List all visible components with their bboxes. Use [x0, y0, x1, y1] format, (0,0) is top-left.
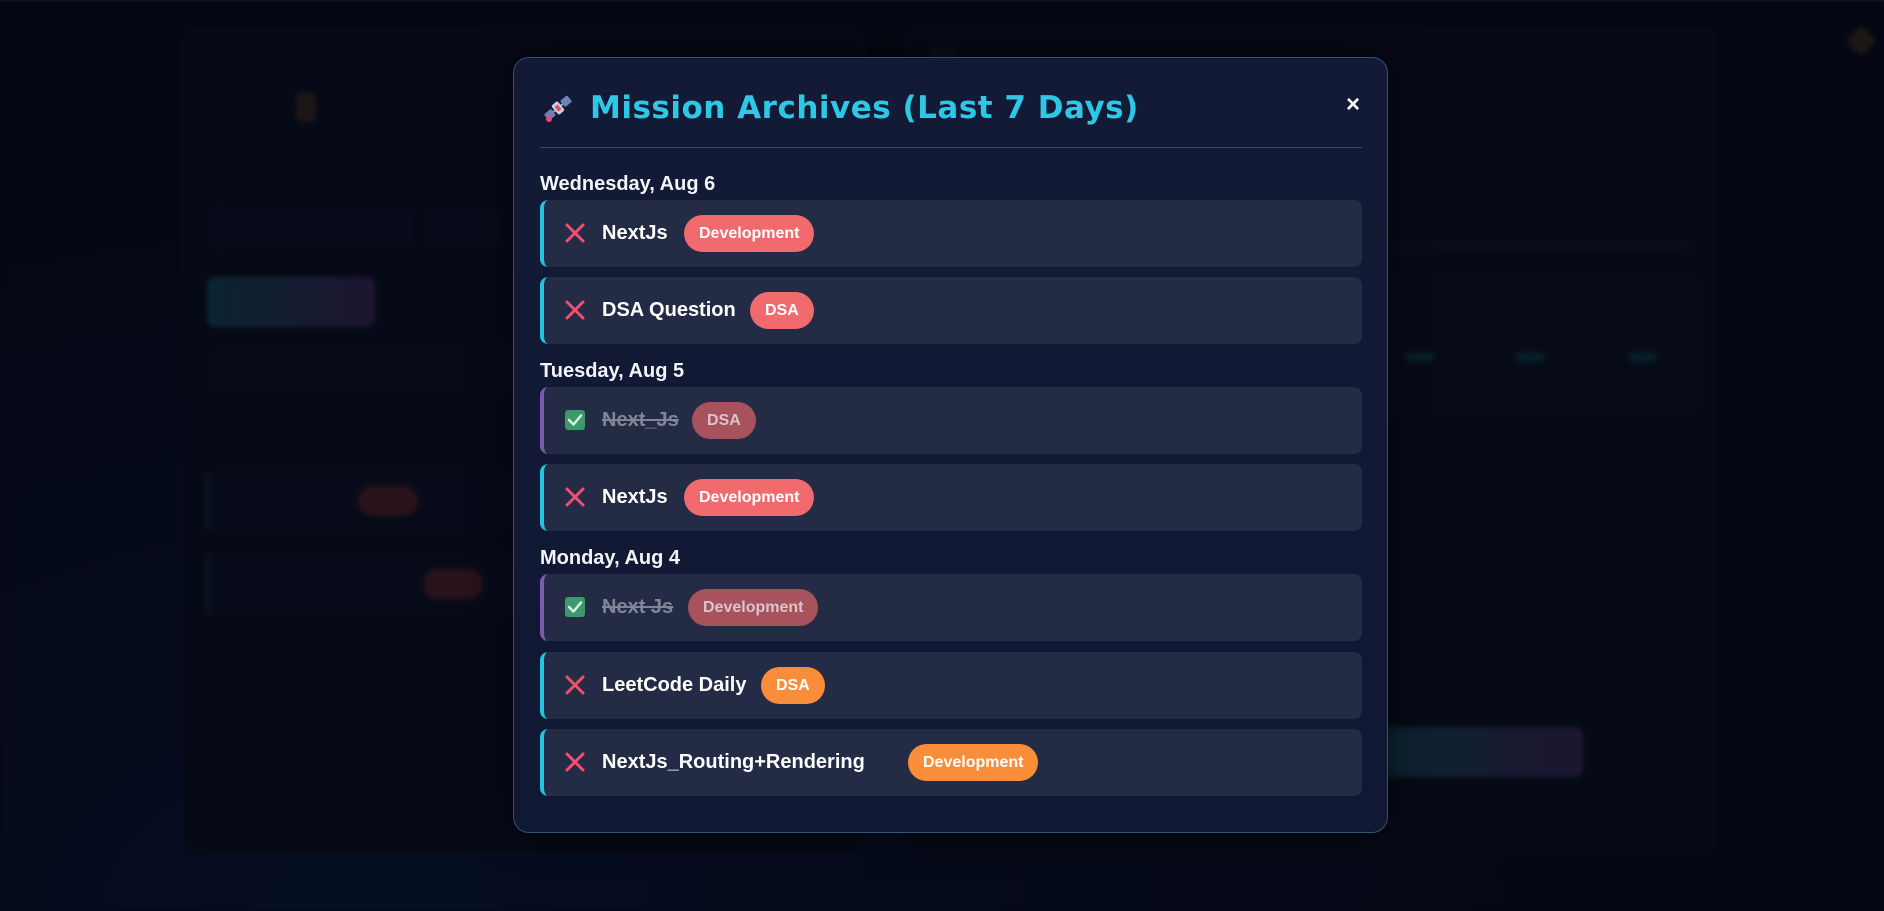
- archived-task[interactable]: DSA Question DSA: [540, 277, 1362, 344]
- archived-task[interactable]: LeetCode Daily DSA: [540, 652, 1362, 719]
- task-name: NextJs: [602, 486, 668, 508]
- archived-task[interactable]: NextJs Development: [540, 464, 1362, 531]
- category-tag: Development: [688, 589, 819, 626]
- checkbox-checked-icon: [565, 410, 585, 430]
- task-name: LeetCode Daily: [602, 674, 747, 696]
- x-mark-icon: [565, 487, 585, 507]
- archived-task[interactable]: NextJs_Routing+Rendering Development: [540, 729, 1362, 796]
- task-name: Next Js: [602, 596, 674, 618]
- archived-task[interactable]: NextJs Development: [540, 200, 1362, 267]
- x-mark-icon: [565, 223, 585, 243]
- close-button[interactable]: ×: [1340, 92, 1366, 118]
- satellite-icon: [544, 95, 572, 122]
- day-heading: Wednesday, Aug 6: [540, 173, 716, 195]
- modal-header: Mission Archives (Last 7 Days): [540, 90, 1362, 148]
- category-tag: Development: [908, 744, 1039, 781]
- checkbox-checked-icon: [565, 597, 585, 617]
- category-tag: DSA: [692, 402, 756, 439]
- archived-task[interactable]: Next_Js DSA: [540, 387, 1362, 454]
- x-mark-icon: [565, 752, 585, 772]
- x-mark-icon: [565, 675, 585, 695]
- archived-task[interactable]: Next Js Development: [540, 574, 1362, 641]
- category-tag: DSA: [761, 667, 825, 704]
- task-name: DSA Question: [602, 299, 736, 321]
- task-name: NextJs_Routing+Rendering: [602, 751, 865, 773]
- task-name: NextJs: [602, 222, 668, 244]
- day-heading: Monday, Aug 4: [540, 547, 680, 569]
- category-tag: DSA: [750, 292, 814, 329]
- x-mark-icon: [565, 300, 585, 320]
- day-heading: Tuesday, Aug 5: [540, 360, 685, 382]
- category-tag: Development: [684, 215, 815, 252]
- category-tag: Development: [684, 479, 815, 516]
- modal-title: Mission Archives (Last 7 Days): [590, 90, 1139, 126]
- task-name: Next_Js: [602, 409, 679, 431]
- mission-archives-modal: Mission Archives (Last 7 Days) × Wednesd…: [513, 57, 1388, 833]
